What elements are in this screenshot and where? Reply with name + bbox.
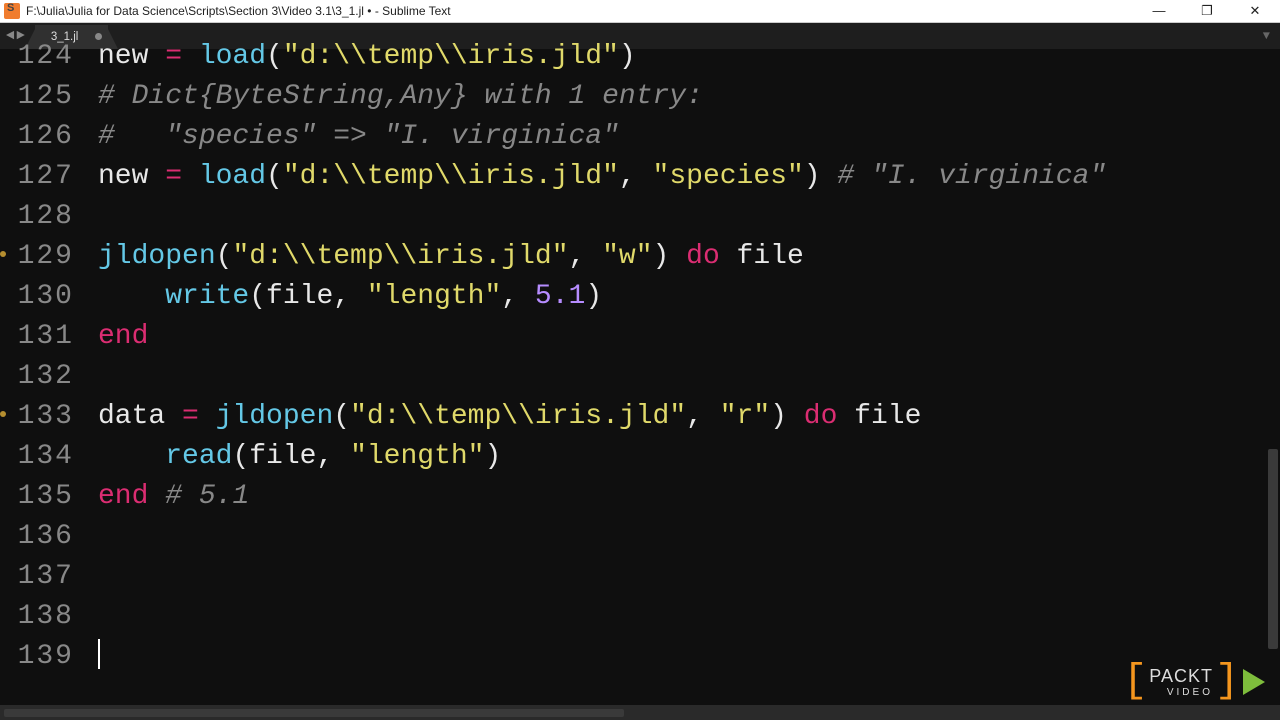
code-line[interactable] xyxy=(98,197,1280,237)
code-line[interactable]: end # 5.1 xyxy=(98,477,1280,517)
line-number: 135 xyxy=(0,477,88,517)
line-number: 129 xyxy=(0,237,88,277)
close-button[interactable]: ✕ xyxy=(1242,3,1268,19)
line-number: 131 xyxy=(0,317,88,357)
code-line[interactable]: read(file, "length") xyxy=(98,437,1280,477)
vertical-scrollbar[interactable] xyxy=(1268,49,1278,705)
line-number: 134 xyxy=(0,437,88,477)
code-line[interactable] xyxy=(98,357,1280,397)
vertical-scrollbar-thumb[interactable] xyxy=(1268,449,1278,649)
code-line[interactable]: write(file, "length", 5.1) xyxy=(98,277,1280,317)
code-line[interactable]: # Dict{ByteString,Any} with 1 entry: xyxy=(98,77,1280,117)
code-line[interactable]: new = load("d:\\temp\\iris.jld") xyxy=(98,37,1280,77)
minimize-button[interactable]: — xyxy=(1146,3,1172,19)
line-number: 124 xyxy=(0,37,88,77)
line-number: 132 xyxy=(0,357,88,397)
line-number-gutter: 1241251261271281291301311321331341351361… xyxy=(0,49,88,705)
line-number: 128 xyxy=(0,197,88,237)
line-number: 136 xyxy=(0,517,88,557)
app-icon xyxy=(4,3,20,19)
code-line[interactable] xyxy=(98,517,1280,557)
line-number: 137 xyxy=(0,557,88,597)
code-content[interactable]: new = load("d:\\temp\\iris.jld")# Dict{B… xyxy=(88,49,1280,705)
code-line[interactable] xyxy=(98,637,1280,677)
code-line[interactable]: data = jldopen("d:\\temp\\iris.jld", "r"… xyxy=(98,397,1280,437)
editor-area[interactable]: 1241251261271281291301311321331341351361… xyxy=(0,49,1280,705)
line-number: 127 xyxy=(0,157,88,197)
text-cursor xyxy=(98,639,100,669)
line-number: 138 xyxy=(0,597,88,637)
horizontal-scrollbar-thumb[interactable] xyxy=(4,709,624,717)
line-number: 139 xyxy=(0,637,88,677)
code-line[interactable] xyxy=(98,597,1280,637)
code-line[interactable]: jldopen("d:\\temp\\iris.jld", "w") do fi… xyxy=(98,237,1280,277)
line-number: 126 xyxy=(0,117,88,157)
code-line[interactable]: end xyxy=(98,317,1280,357)
line-number: 133 xyxy=(0,397,88,437)
code-line[interactable]: # "species" => "I. virginica" xyxy=(98,117,1280,157)
window-title: F:\Julia\Julia for Data Science\Scripts\… xyxy=(26,4,1146,18)
code-line[interactable]: new = load("d:\\temp\\iris.jld", "specie… xyxy=(98,157,1280,197)
maximize-button[interactable]: ❐ xyxy=(1194,3,1220,19)
window-titlebar: F:\Julia\Julia for Data Science\Scripts\… xyxy=(0,0,1280,23)
code-line[interactable] xyxy=(98,557,1280,597)
status-bar xyxy=(0,705,1280,720)
line-number: 125 xyxy=(0,77,88,117)
line-number: 130 xyxy=(0,277,88,317)
